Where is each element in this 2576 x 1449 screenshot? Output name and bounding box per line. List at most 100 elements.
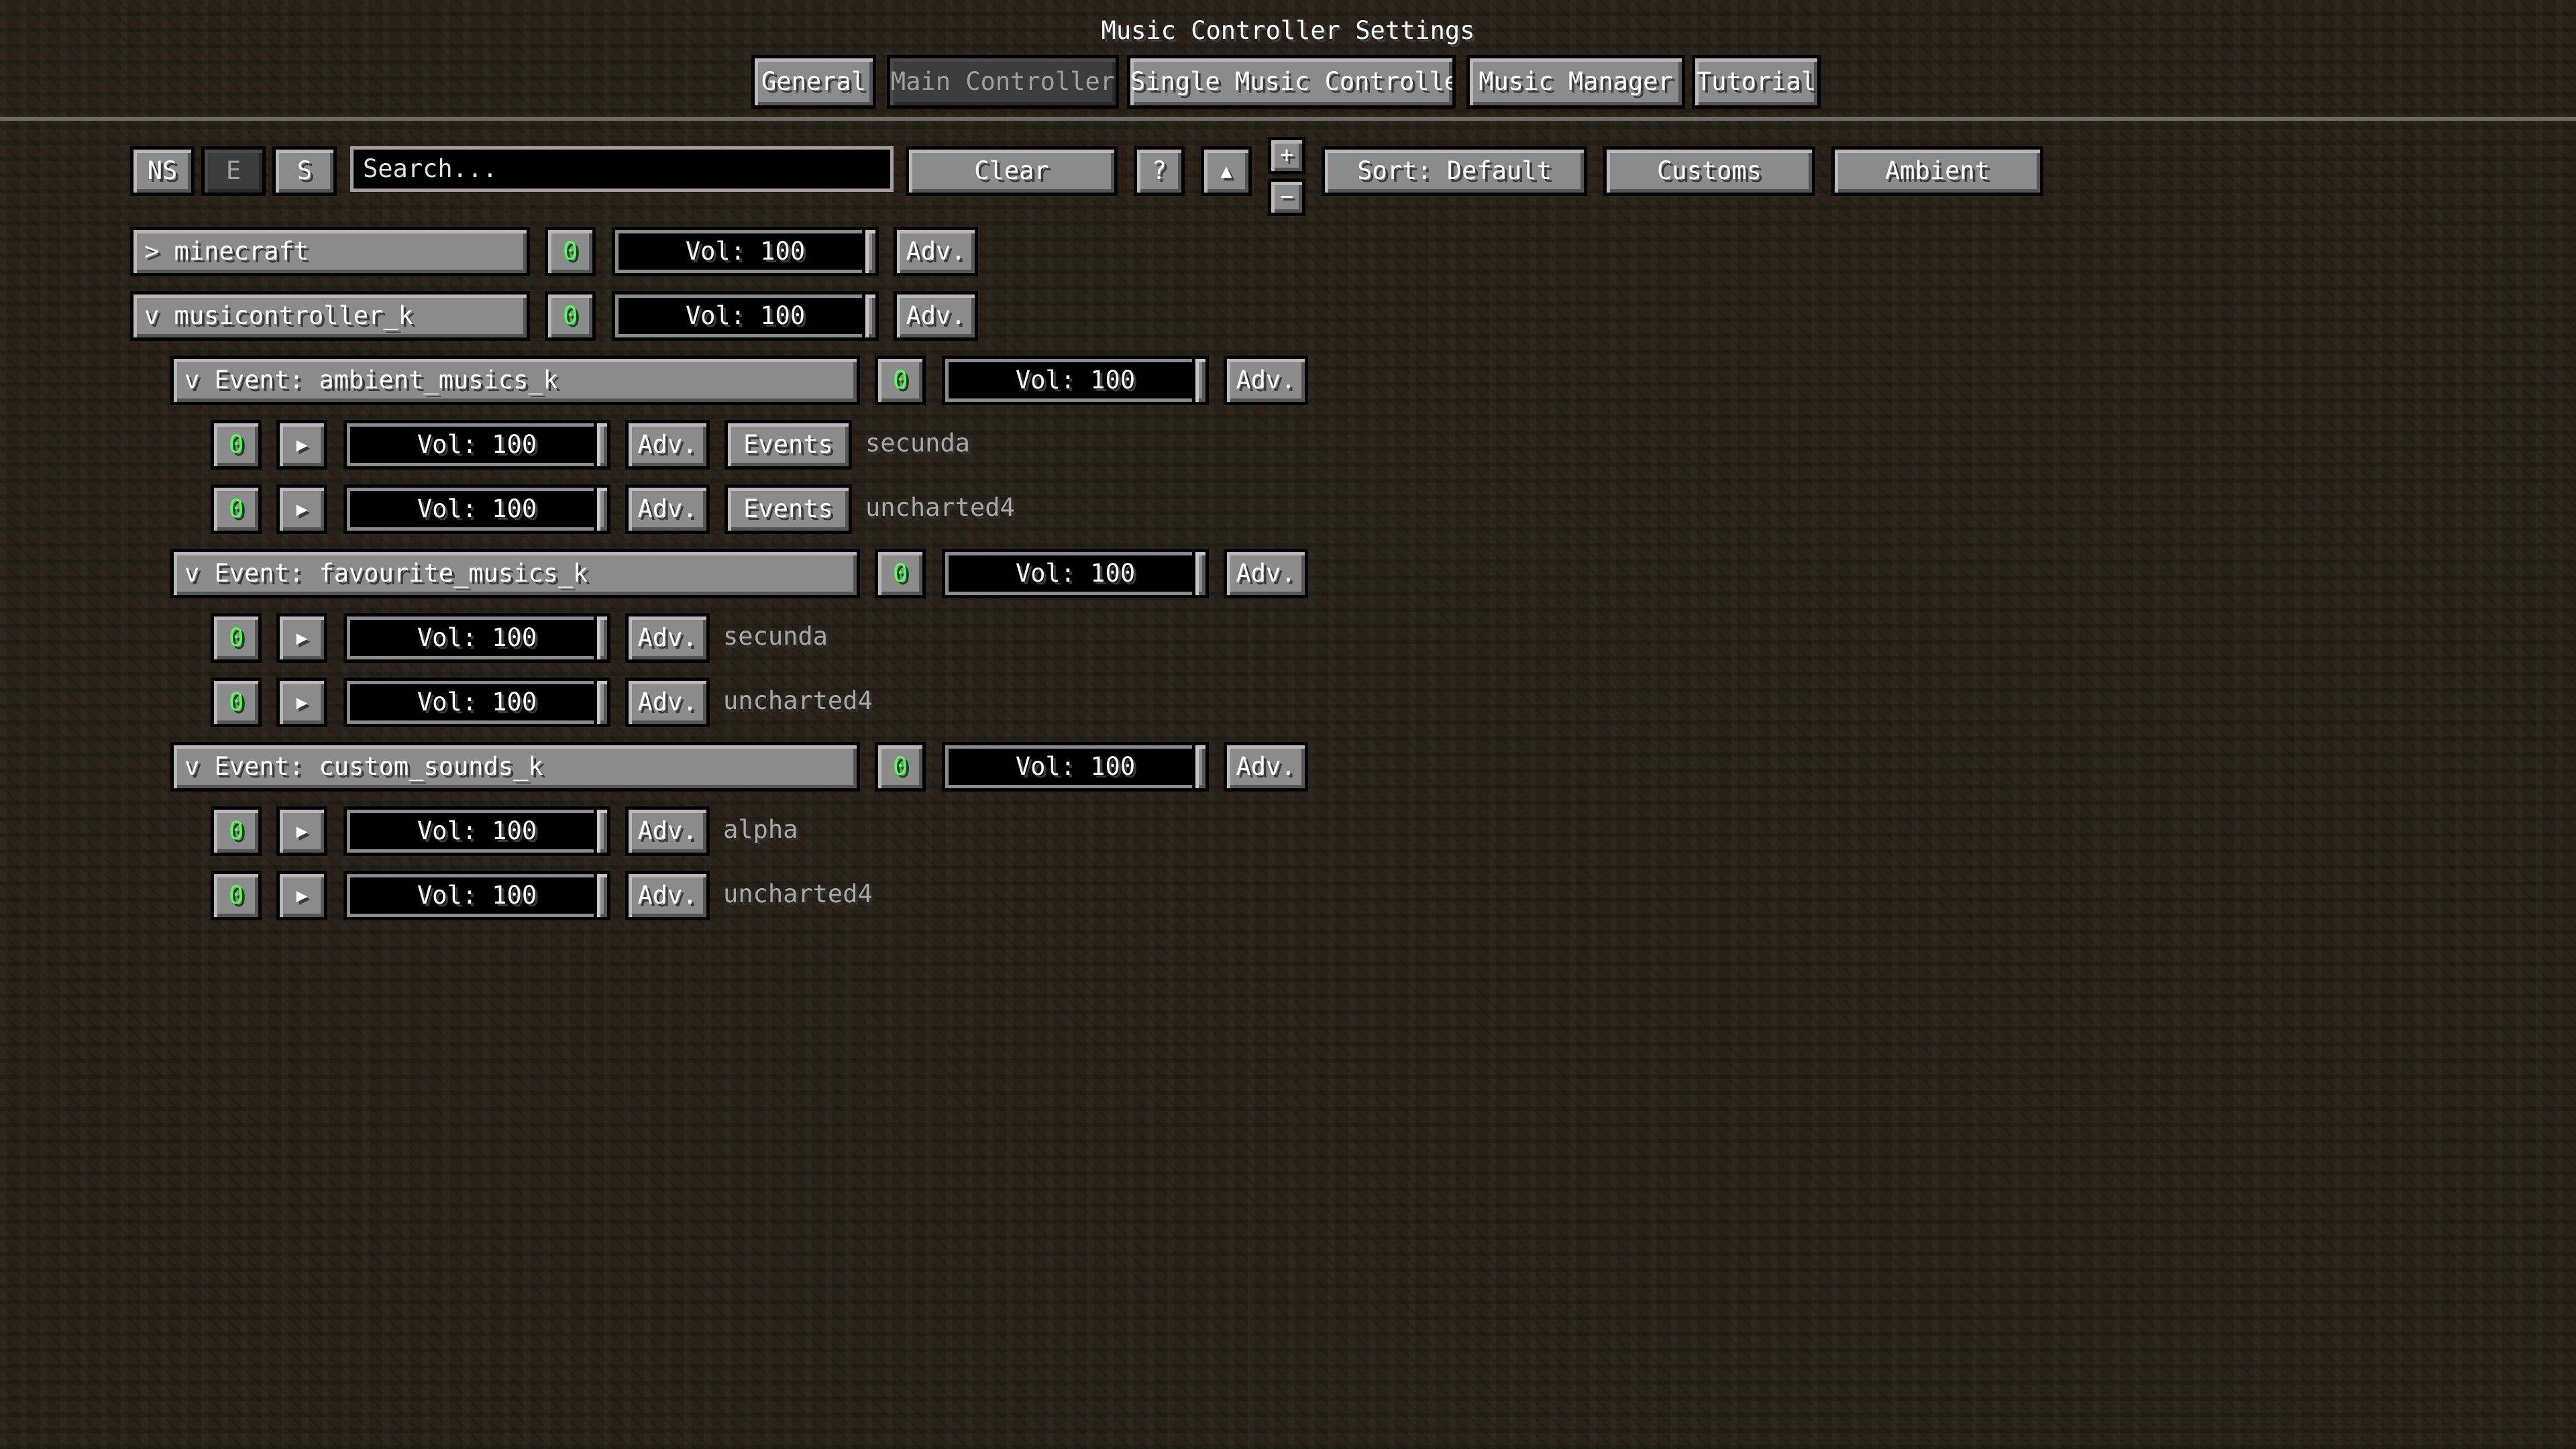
events-button[interactable]: Events: [724, 484, 852, 534]
track-volume-slider[interactable]: Vol: 100: [343, 484, 610, 534]
event-volume-slider[interactable]: Vol: 100: [942, 549, 1209, 598]
track-count-button[interactable]: 0: [211, 613, 262, 663]
adv-button[interactable]: Adv.: [1224, 742, 1308, 792]
event-count-button[interactable]: 0: [875, 742, 926, 792]
header-divider: [0, 117, 2576, 121]
volume-label: Vol: 100: [417, 881, 537, 910]
track-name: uncharted4: [723, 879, 873, 908]
count-value: 0: [562, 301, 578, 330]
count-value: 0: [228, 881, 244, 910]
volume-label: Vol: 100: [685, 237, 806, 266]
help-button[interactable]: ?: [1134, 146, 1185, 196]
track-volume-slider[interactable]: Vol: 100: [343, 806, 610, 856]
track-volume-slider[interactable]: Vol: 100: [343, 613, 610, 663]
track-volume-slider[interactable]: Vol: 100: [343, 420, 610, 470]
track-count-button[interactable]: 0: [211, 484, 262, 534]
slider-handle[interactable]: [594, 484, 610, 534]
track-name: secunda: [865, 429, 970, 458]
adv-button[interactable]: Adv.: [894, 291, 978, 341]
track-count-button[interactable]: 0: [211, 806, 262, 856]
play-icon[interactable]: ▶: [276, 420, 327, 470]
customs-button[interactable]: Customs: [1603, 146, 1815, 196]
slider-handle[interactable]: [1192, 356, 1209, 405]
count-value: 0: [228, 623, 244, 652]
play-icon[interactable]: ▶: [276, 871, 327, 920]
tab-tutorial[interactable]: Tutorial: [1692, 55, 1821, 109]
track-name: uncharted4: [723, 686, 873, 715]
slider-handle[interactable]: [594, 871, 610, 920]
adv-button[interactable]: Adv.: [625, 806, 710, 856]
track-count-button[interactable]: 0: [211, 420, 262, 470]
namespace-volume-slider[interactable]: Vol: 100: [612, 291, 879, 341]
s-button[interactable]: S: [272, 146, 337, 196]
adv-button[interactable]: Adv.: [625, 484, 710, 534]
adv-button[interactable]: Adv.: [625, 613, 710, 663]
play-icon[interactable]: ▶: [276, 806, 327, 856]
up-arrow-icon[interactable]: ▲: [1201, 146, 1252, 196]
namespace-count-button[interactable]: 0: [545, 291, 596, 341]
adv-button[interactable]: Adv.: [625, 420, 710, 470]
volume-label: Vol: 100: [417, 623, 537, 652]
adv-button[interactable]: Adv.: [1224, 356, 1308, 405]
tab-music-manager[interactable]: Music Manager: [1466, 55, 1685, 109]
volume-label: Vol: 100: [1015, 752, 1136, 781]
play-icon[interactable]: ▶: [276, 484, 327, 534]
adv-button[interactable]: Adv.: [625, 871, 710, 920]
track-count-button[interactable]: 0: [211, 871, 262, 920]
volume-label: Vol: 100: [1015, 366, 1136, 394]
namespace-count-button[interactable]: 0: [545, 227, 596, 276]
slider-handle[interactable]: [1192, 549, 1209, 598]
slider-handle[interactable]: [594, 678, 610, 727]
track-volume-slider[interactable]: Vol: 100: [343, 678, 610, 727]
adv-button[interactable]: Adv.: [894, 227, 978, 276]
count-value: 0: [228, 430, 244, 459]
count-value: 0: [228, 688, 244, 716]
slider-handle[interactable]: [594, 613, 610, 663]
sort-button[interactable]: Sort: Default: [1322, 146, 1587, 196]
volume-label: Vol: 100: [417, 430, 537, 459]
namespace-volume-slider[interactable]: Vol: 100: [612, 227, 879, 276]
event-ambient-musics-toggle[interactable]: v Event: ambient_musics_k: [170, 356, 860, 405]
events-button[interactable]: Events: [724, 420, 852, 470]
minus-button[interactable]: −: [1268, 178, 1305, 216]
event-favourite-musics-toggle[interactable]: v Event: favourite_musics_k: [170, 549, 860, 598]
track-volume-slider[interactable]: Vol: 100: [343, 871, 610, 920]
volume-label: Vol: 100: [417, 688, 537, 716]
event-count-button[interactable]: 0: [875, 356, 926, 405]
slider-handle[interactable]: [1192, 742, 1209, 792]
e-button[interactable]: E: [201, 146, 266, 196]
ambient-button[interactable]: Ambient: [1831, 146, 2043, 196]
adv-button[interactable]: Adv.: [1224, 549, 1308, 598]
event-volume-slider[interactable]: Vol: 100: [942, 742, 1209, 792]
count-value: 0: [228, 816, 244, 845]
clear-button[interactable]: Clear: [906, 146, 1118, 196]
track-name: secunda: [723, 622, 828, 651]
namespace-musicontroller-toggle[interactable]: v musicontroller_k: [130, 291, 530, 341]
tab-main-controller[interactable]: Main Controller: [887, 55, 1119, 109]
search-input[interactable]: Search...: [350, 146, 894, 192]
play-icon[interactable]: ▶: [276, 678, 327, 727]
adv-button[interactable]: Adv.: [625, 678, 710, 727]
count-value: 0: [228, 494, 244, 523]
volume-label: Vol: 100: [685, 301, 806, 330]
event-count-button[interactable]: 0: [875, 549, 926, 598]
event-volume-slider[interactable]: Vol: 100: [942, 356, 1209, 405]
slider-handle[interactable]: [862, 227, 879, 276]
slider-handle[interactable]: [594, 806, 610, 856]
ns-button[interactable]: NS: [130, 146, 195, 196]
count-value: 0: [562, 237, 578, 266]
slider-handle[interactable]: [862, 291, 879, 341]
slider-handle[interactable]: [594, 420, 610, 470]
tab-general[interactable]: General: [751, 55, 876, 109]
count-value: 0: [892, 752, 908, 781]
track-count-button[interactable]: 0: [211, 678, 262, 727]
namespace-minecraft-toggle[interactable]: > minecraft: [130, 227, 530, 276]
volume-label: Vol: 100: [417, 494, 537, 523]
tab-single-music-controller[interactable]: Single Music Controller: [1127, 55, 1456, 109]
plus-button[interactable]: +: [1268, 137, 1305, 174]
volume-label: Vol: 100: [1015, 559, 1136, 588]
event-custom-sounds-toggle[interactable]: v Event: custom_sounds_k: [170, 742, 860, 792]
play-icon[interactable]: ▶: [276, 613, 327, 663]
window-title: Music Controller Settings: [1101, 16, 1475, 45]
count-value: 0: [892, 366, 908, 394]
